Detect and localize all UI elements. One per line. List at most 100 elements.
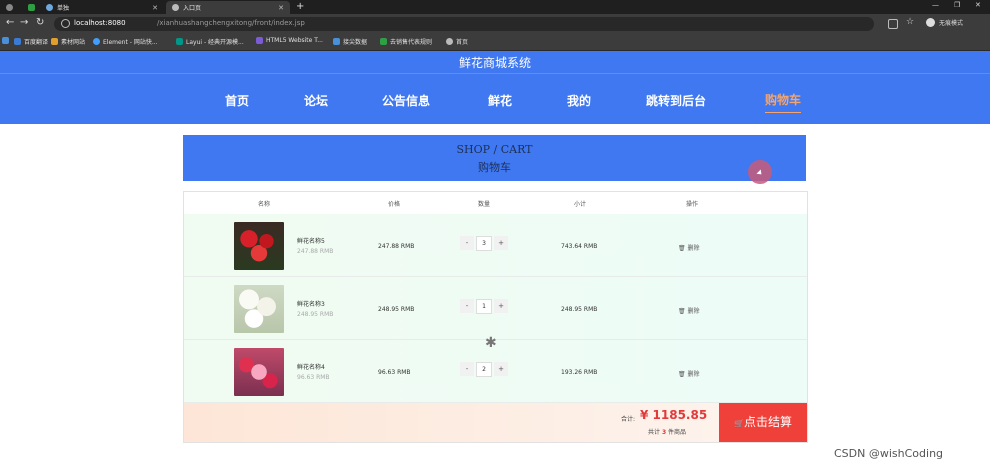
trash-icon: 🗑: [678, 308, 688, 315]
quantity-input[interactable]: 3: [476, 236, 492, 251]
globe-icon: [172, 4, 179, 11]
site-title: 鲜花商城系统: [458, 56, 531, 70]
table-row: 鲜花名称5 247.88 RMB 247.88 RMB - 3 + 743.64…: [184, 214, 807, 277]
decrement-button[interactable]: -: [460, 362, 474, 376]
product-image[interactable]: [234, 348, 284, 396]
increment-button[interactable]: +: [494, 362, 508, 376]
tab-icon: [46, 4, 53, 11]
bookmark-icon: [14, 38, 21, 45]
nav-cart[interactable]: 购物车: [765, 91, 802, 113]
maximize-icon[interactable]: ❐: [954, 1, 960, 9]
watermark: CSDN @wishCoding: [834, 447, 944, 460]
product-price: 247.88 RMB: [378, 243, 415, 250]
minimize-icon[interactable]: —: [932, 1, 939, 9]
bookmark-item[interactable]: Layui - 经典开源模...: [176, 37, 244, 46]
bookmark-apps[interactable]: [2, 37, 12, 44]
bookmark-label: 素材网站: [61, 39, 86, 46]
quantity-input[interactable]: 1: [476, 299, 492, 314]
tab-title: 单独: [57, 5, 70, 12]
increment-button[interactable]: +: [494, 299, 508, 313]
header-divider: [0, 73, 990, 74]
nav-mine[interactable]: 我的: [567, 92, 591, 109]
bookmark-item[interactable]: HTML5 Website T...: [256, 37, 323, 44]
window-close-icon[interactable]: ✕: [975, 1, 981, 9]
nav-forum[interactable]: 论坛: [304, 92, 328, 109]
header-name: 名称: [258, 201, 271, 208]
close-icon[interactable]: ✕: [278, 4, 284, 12]
browser-tab-0[interactable]: [0, 1, 22, 14]
nav-admin[interactable]: 跳转到后台: [646, 92, 706, 109]
translate-icon[interactable]: [888, 19, 898, 29]
bookmark-item[interactable]: 去销售代表规则: [380, 37, 432, 46]
chrome-icon: [6, 4, 13, 11]
forward-icon[interactable]: →: [20, 17, 28, 28]
browser-tab-1[interactable]: [22, 1, 40, 14]
product-name[interactable]: 鲜花名称4: [297, 362, 325, 371]
header-price: 价格: [388, 201, 401, 208]
close-icon[interactable]: ✕: [152, 4, 158, 12]
row-subtotal: 193.26 RMB: [561, 369, 598, 376]
profile-button[interactable]: 无痕模式: [926, 18, 963, 27]
delete-button[interactable]: 🗑 删除: [678, 369, 700, 378]
bookmark-label: Element - 网站快...: [103, 39, 158, 46]
loading-spinner-icon: ✱: [485, 335, 497, 351]
total-amount: ¥ 1185.85: [640, 408, 708, 422]
product-name[interactable]: 鲜花名称3: [297, 299, 325, 308]
url-input[interactable]: localhost:8080 /xianhuashangchengxitong/…: [54, 17, 874, 31]
nav-flowers[interactable]: 鲜花: [488, 92, 512, 109]
header-action: 操作: [686, 201, 699, 208]
product-image[interactable]: [234, 222, 284, 270]
trash-icon: 🗑: [678, 371, 688, 378]
quantity-stepper: - 1 +: [460, 299, 508, 314]
count-suffix: 件商品: [668, 429, 687, 436]
delete-button[interactable]: 🗑 删除: [678, 306, 700, 315]
header-qty: 数量: [478, 201, 491, 208]
product-name[interactable]: 鲜花名称5: [297, 236, 325, 245]
browser-tab-2[interactable]: 单独 ✕: [40, 1, 164, 14]
bookmark-icon: [176, 38, 183, 45]
nav-announcements[interactable]: 公告信息: [382, 92, 430, 109]
decrement-button[interactable]: -: [460, 299, 474, 313]
quantity-input[interactable]: 2: [476, 362, 492, 377]
bookmark-item[interactable]: 百度翻译: [14, 37, 48, 46]
profile-label: 无痕模式: [939, 20, 964, 27]
bookmark-label: 去销售代表规则: [390, 39, 433, 46]
bookmark-label: 接尖数据: [343, 39, 368, 46]
bookmark-item[interactable]: 首页: [446, 37, 468, 46]
back-icon[interactable]: ←: [6, 17, 14, 28]
row-subtotal: 248.95 RMB: [561, 306, 598, 313]
cart-banner: SHOP / CART 购物车: [183, 135, 806, 181]
row-subtotal: 743.64 RMB: [561, 243, 598, 250]
browser-tab-active[interactable]: 入口页 ✕: [166, 1, 290, 14]
count-prefix: 共计: [648, 429, 661, 436]
reload-icon[interactable]: ↻: [36, 17, 44, 28]
bookmark-item[interactable]: 接尖数据: [333, 37, 367, 46]
delete-button[interactable]: 🗑 删除: [678, 243, 700, 252]
quantity-stepper: - 3 +: [460, 236, 508, 251]
product-image[interactable]: [234, 285, 284, 333]
delete-label: 删除: [687, 308, 700, 315]
address-toolbar: ← → ↻ localhost:8080 /xianhuashangchengx…: [0, 14, 990, 34]
bookmark-item[interactable]: 素材网站: [51, 37, 85, 46]
increment-button[interactable]: +: [494, 236, 508, 250]
banner-title-en: SHOP / CART: [456, 143, 533, 156]
decrement-button[interactable]: -: [460, 236, 474, 250]
delete-label: 删除: [687, 245, 700, 252]
star-icon[interactable]: ☆: [906, 17, 914, 27]
bookmark-item[interactable]: Element - 网站快...: [93, 37, 158, 46]
total-label: 合计:: [621, 416, 636, 423]
tab-title: 入口页: [183, 5, 202, 12]
site-header: 鲜花商城系统 首页 论坛 公告信息 鲜花 我的 跳转到后台 购物车: [0, 51, 990, 124]
delete-label: 删除: [687, 371, 700, 378]
table-row: 鲜花名称3 248.95 RMB 248.95 RMB - 1 + 248.95…: [184, 277, 807, 340]
header-subtotal: 小计: [574, 201, 587, 208]
bookmark-label: 百度翻译: [24, 39, 49, 46]
cart-icon: 🛒: [734, 419, 744, 428]
bookmark-icon: [446, 38, 453, 45]
checkout-button[interactable]: 🛒点击结算: [719, 403, 807, 442]
nav-home[interactable]: 首页: [225, 92, 249, 109]
table-header: 名称 价格 数量 小计 操作: [184, 192, 807, 215]
product-sub-price: 96.63 RMB: [297, 374, 330, 381]
new-tab-button[interactable]: +: [296, 1, 304, 12]
browser-tab-bar: 单独 ✕ 入口页 ✕ + — ❐ ✕: [0, 0, 990, 14]
